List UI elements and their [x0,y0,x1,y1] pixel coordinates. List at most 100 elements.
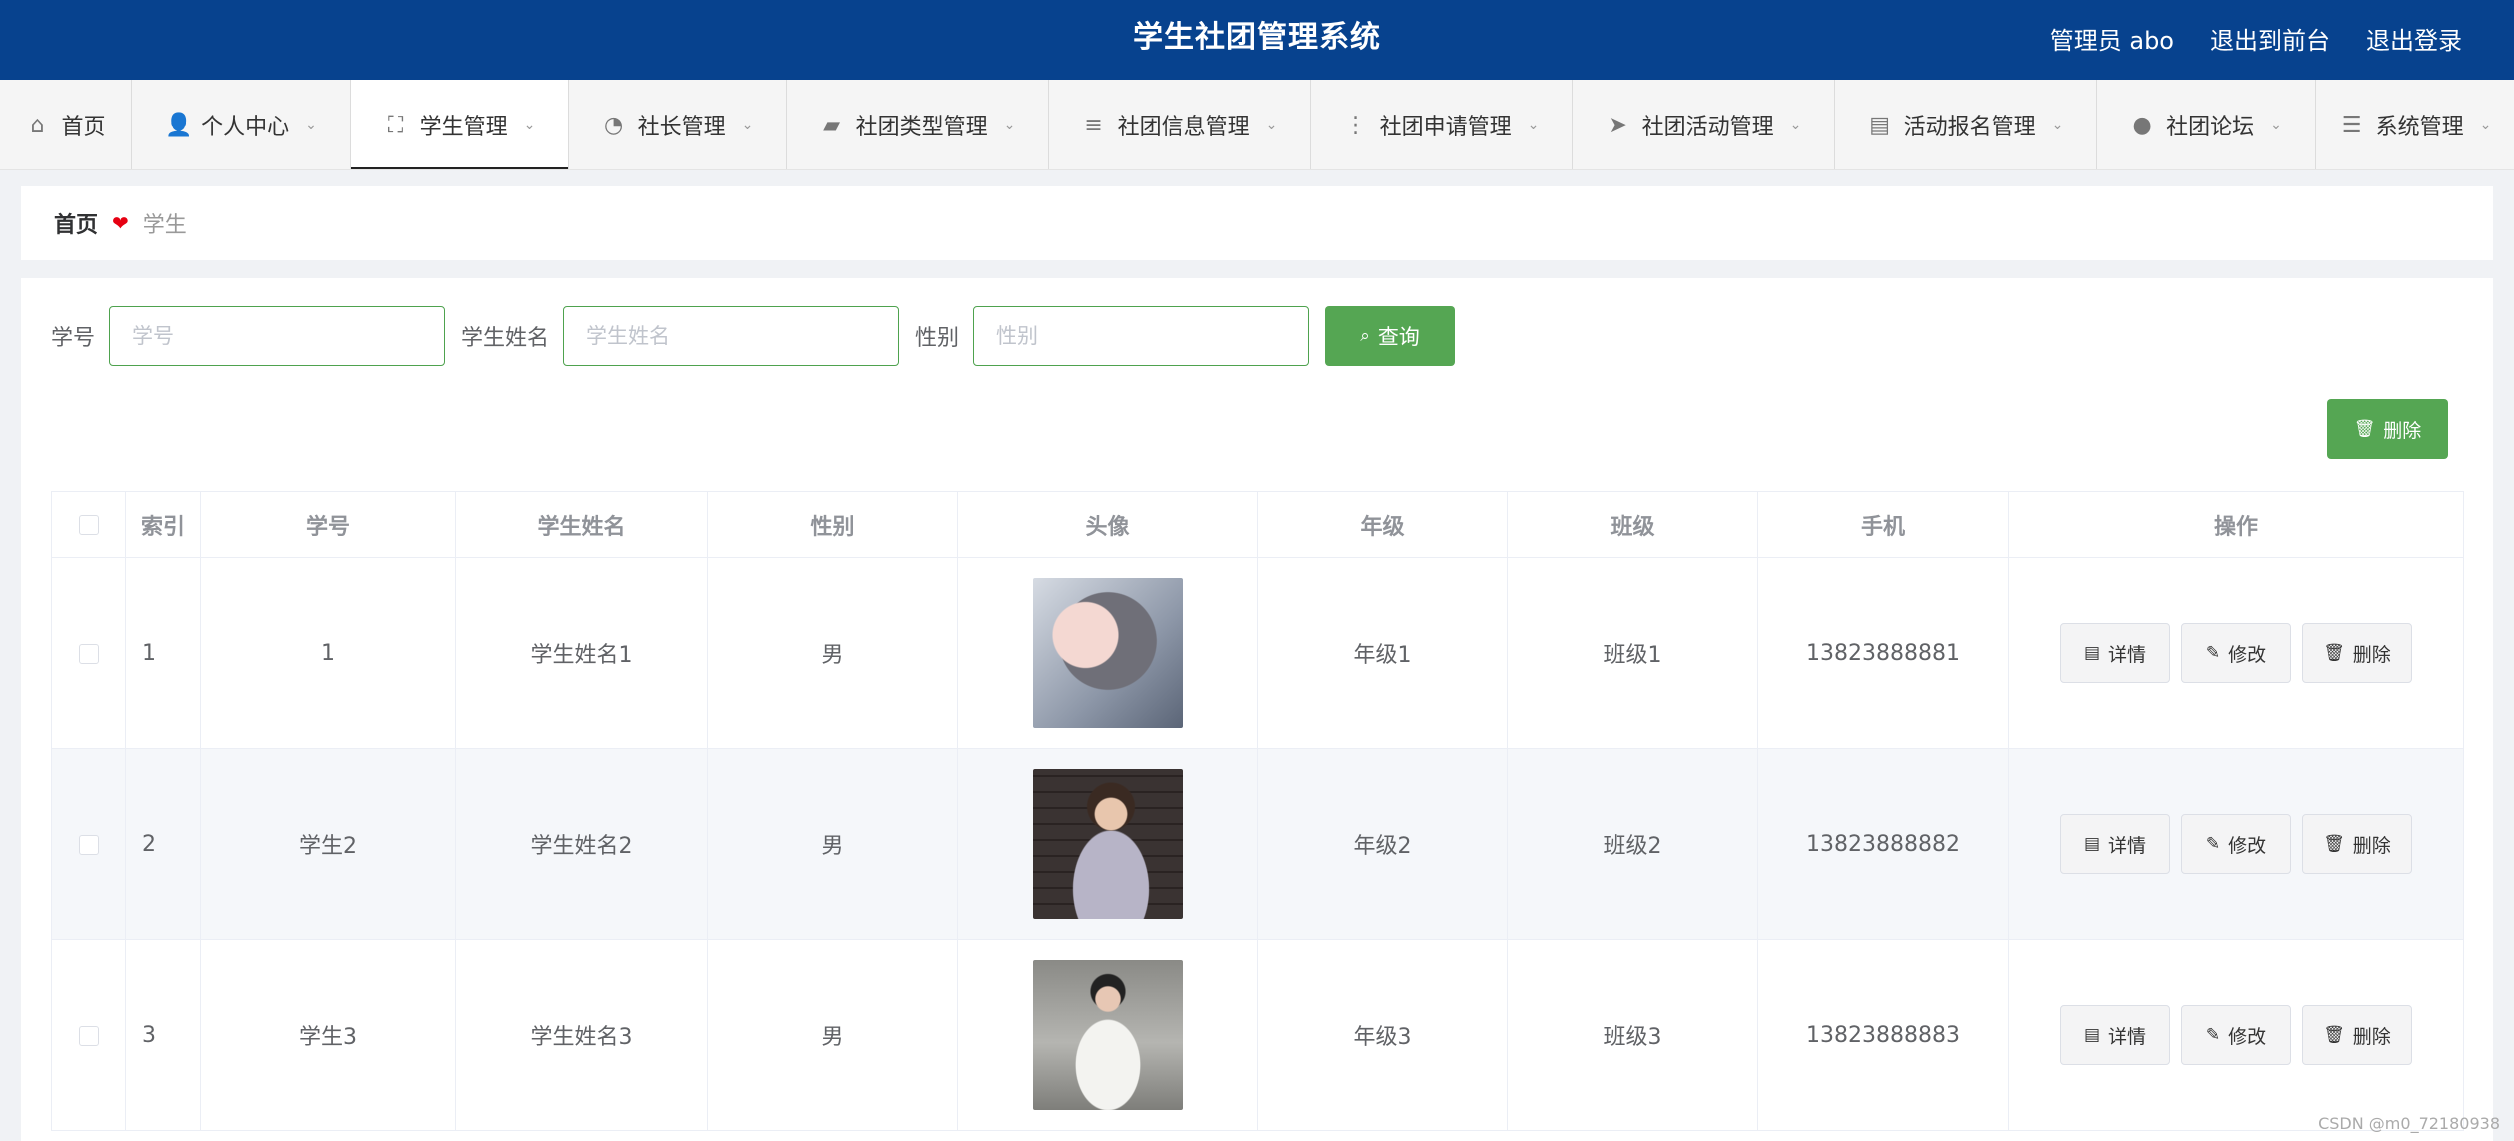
delete-button[interactable]: 🗑 删除 [2302,814,2412,874]
wallet-icon: ▰ [823,112,841,138]
edit-button[interactable]: ✎ 修改 [2181,814,2291,874]
fullscreen-icon: ⛶ [387,112,404,138]
student-no-cell: 1 [200,557,456,749]
edit-button[interactable]: ✎ 修改 [2181,1005,2291,1065]
index-cell: 2 [125,748,201,940]
column-header: 索引 [125,491,201,558]
top-header: 学生社团管理系统 管理员 abo 退出到前台 退出登录 [0,0,2514,80]
nav-item[interactable]: ☰ 系统管理 ⌄ [2316,80,2514,169]
column-header: 操作 [2008,491,2464,558]
chevron-down-icon: ⌄ [1003,117,1016,133]
top-nav-menu: ⌂ 首页 👤 个人中心 ⌄ ⛶ 学生管理 ⌄ ◔ 社长管理 ⌄ ▰ 社团类型管理 ⌄ ≡ 社团信息管理 ⌄ ⋮ 社团… [0,80,2514,170]
trash-icon: 🗑 [2323,834,2345,854]
actions-cell: ▤ 详情 ✎ 修改 🗑 删除 [2008,748,2464,940]
delete-button[interactable]: 🗑 删除 [2302,623,2412,683]
nav-item[interactable]: ≡ 社团信息管理 ⌄ [1049,80,1311,169]
nav-item-label: 社团信息管理 [1117,115,1250,140]
chevron-down-icon: ⌄ [741,117,754,133]
nav-item[interactable]: 👤 个人中心 ⌄ [132,80,351,169]
chevron-down-icon: ⌄ [2270,117,2282,133]
student-no-cell: 学生2 [200,748,456,940]
heart-icon: ❤ [112,211,129,235]
nav-item-label: 社团申请管理 [1379,115,1512,140]
gender-cell: 男 [707,939,958,1131]
batch-delete-button[interactable]: 🗑 删除 [2327,399,2448,459]
home-icon: ⌂ [30,112,45,138]
column-header: 年级 [1257,491,1508,558]
grade-cell: 年级1 [1257,557,1508,749]
document-icon: ▤ [2083,1025,2101,1045]
avatar-image [1032,769,1183,919]
index-cell: 3 [125,939,201,1131]
table-header-row: 索引 学号 学生姓名 性别 头像 年级 班级 手机 操作 [51,491,2464,558]
query-button[interactable]: ⌕ 查询 [1325,306,1456,366]
nav-item[interactable]: ▰ 社团类型管理 ⌄ [787,80,1049,169]
nav-item[interactable]: ◔ 社长管理 ⌄ [569,80,787,169]
chevron-down-icon: ⌄ [1789,117,1802,133]
row-select-cell [51,557,126,749]
student-no-label: 学号 [51,326,96,351]
student-no-input[interactable] [109,306,446,366]
detail-button[interactable]: ▤ 详情 [2060,1005,2170,1065]
breadcrumb-current: 学生 [142,213,187,238]
detail-label: 详情 [2108,1025,2147,1048]
detail-button[interactable]: ▤ 详情 [2060,814,2170,874]
gender-cell: 男 [707,748,958,940]
column-header: 性别 [707,491,958,558]
edit-label: 修改 [2228,643,2267,666]
nav-item-label: 系统管理 [2375,115,2464,140]
actions-cell: ▤ 详情 ✎ 修改 🗑 删除 [2008,557,2464,749]
nav-item[interactable]: ⋮ 社团申请管理 ⌄ [1311,80,1573,169]
nav-item[interactable]: ▤ 活动报名管理 ⌄ [1835,80,2097,169]
row-checkbox[interactable] [78,643,99,664]
bulb-icon: ● [2132,112,2152,138]
nav-item[interactable]: ● 社团论坛 ⌄ [2097,80,2316,169]
gender-input[interactable] [973,306,1310,366]
nav-item-label: 社团活动管理 [1641,115,1774,140]
main-content: 学号 学生姓名 性别 ⌕ 查询 🗑 删除 索引 学号 学生姓名 性别 头像 [21,278,2493,1141]
logout-link[interactable]: 退出登录 [2366,21,2462,56]
chevron-down-icon: ⌄ [2479,117,2492,133]
watermark: CSDN @m0_72180938 [2318,1114,2500,1133]
batch-delete-label: 删除 [2383,419,2422,442]
chevron-down-icon: ⌄ [2051,117,2064,133]
nav-item[interactable]: ⛶ 学生管理 ⌄ [351,80,569,169]
student-name-label: 学生姓名 [461,326,550,351]
admin-user-label: 管理员 abo [2049,26,2174,55]
student-name-input[interactable] [563,306,900,366]
column-header: 头像 [957,491,1258,558]
row-checkbox[interactable] [78,834,99,855]
avatar-cell [957,939,1258,1131]
nav-item-label: 社团类型管理 [855,115,988,140]
detail-button[interactable]: ▤ 详情 [2060,623,2170,683]
exit-to-front-link[interactable]: 退出到前台 [2210,21,2330,56]
query-button-label: 查询 [1377,325,1420,349]
nav-item[interactable]: ➤ 社团活动管理 ⌄ [1573,80,1835,169]
actions-cell: ▤ 详情 ✎ 修改 🗑 删除 [2008,939,2464,1131]
row-select-cell [51,939,126,1131]
student-no-cell: 学生3 [200,939,456,1131]
phone-cell: 13823888881 [1757,557,2009,749]
student-name-cell: 学生姓名3 [455,939,708,1131]
select-all-checkbox[interactable] [78,515,99,535]
row-checkbox[interactable] [78,1025,99,1046]
breadcrumb: 首页 ❤ 学生 [21,186,2493,260]
nav-item[interactable]: ⌂ 首页 [0,80,132,169]
class-cell: 班级2 [1507,748,1758,940]
trash-icon: 🗑 [2323,643,2345,663]
delete-label: 删除 [2352,1025,2391,1048]
avatar-cell [957,557,1258,749]
student-name-cell: 学生姓名1 [455,557,708,749]
nav-item-label: 社长管理 [637,115,726,140]
delete-button[interactable]: 🗑 删除 [2302,1005,2412,1065]
avatar-cell [957,748,1258,940]
avatar-image [1032,960,1183,1110]
document-icon: ▤ [2083,834,2101,854]
chevron-down-icon: ⌄ [1265,117,1278,133]
menu-icon: ☰ [2341,112,2362,138]
class-cell: 班级1 [1507,557,1758,749]
detail-label: 详情 [2108,834,2147,857]
breadcrumb-home[interactable]: 首页 [54,207,98,239]
user-icon: 👤 [165,112,193,138]
edit-button[interactable]: ✎ 修改 [2181,623,2291,683]
